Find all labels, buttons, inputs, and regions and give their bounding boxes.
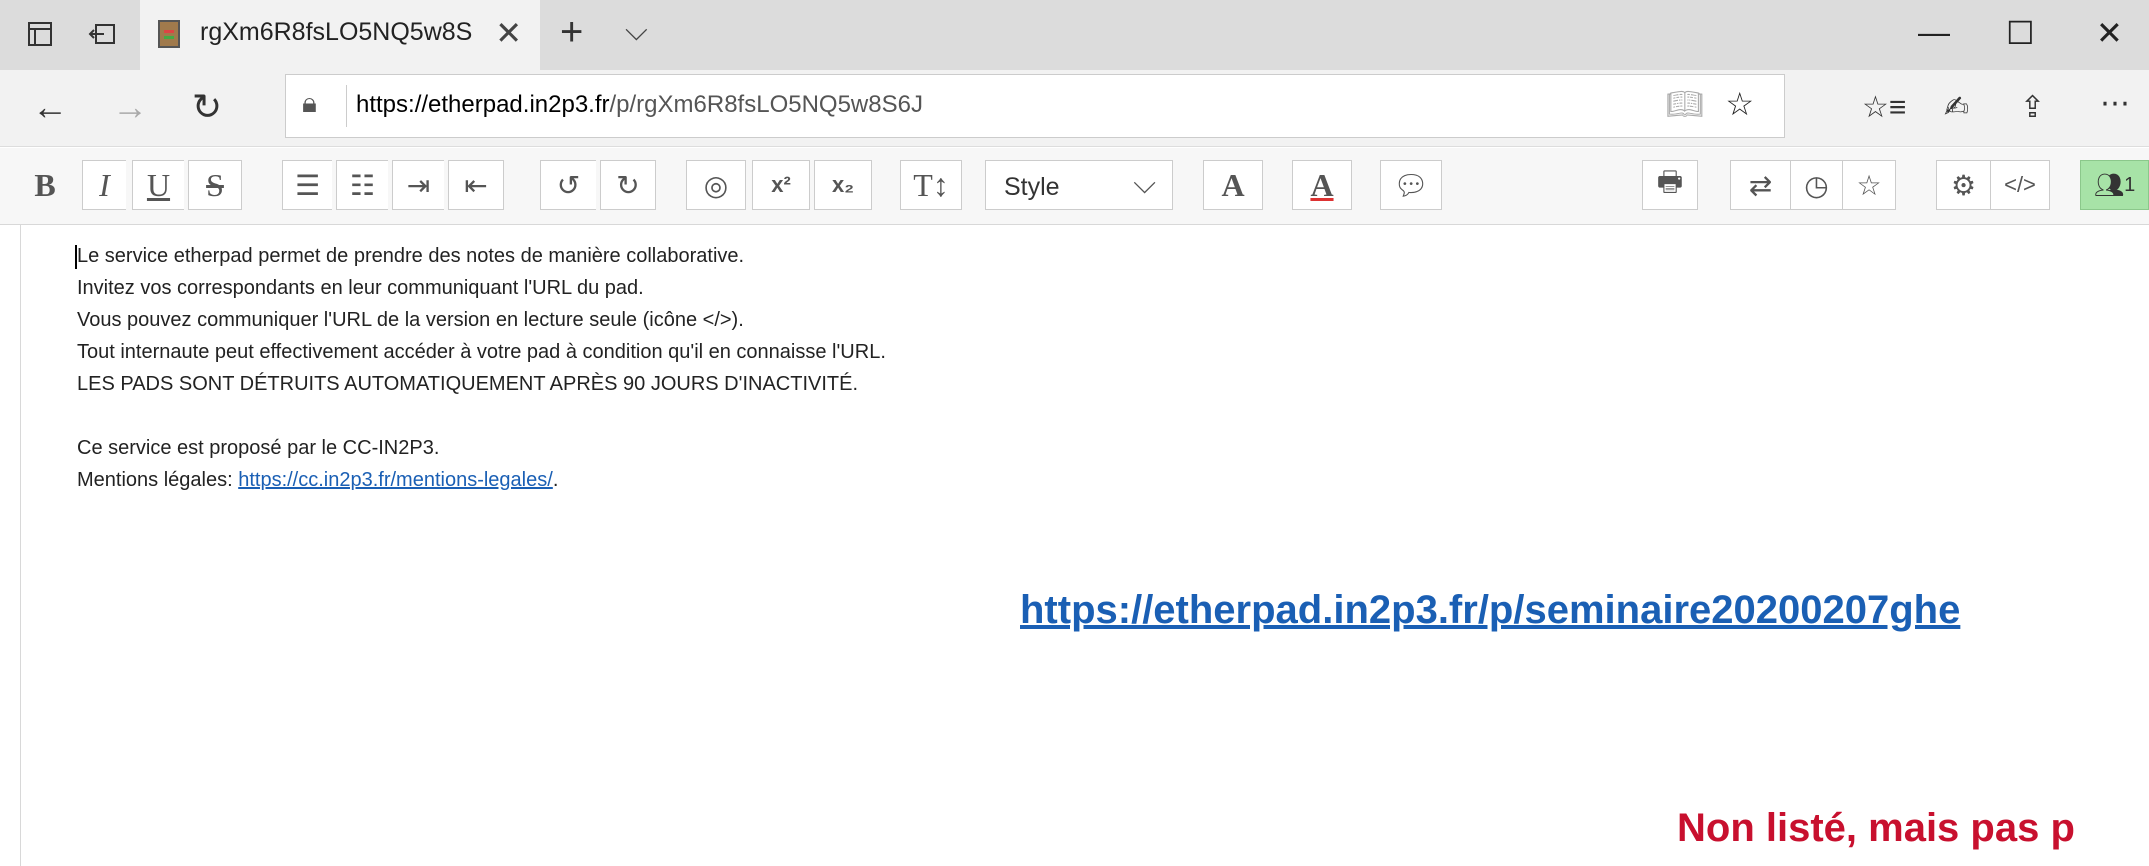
unordered-list-icon: ☷ — [349, 169, 376, 201]
italic-button[interactable]: I — [82, 160, 126, 210]
timeslider-button[interactable]: ◷ — [1790, 160, 1842, 210]
undo-icon: ↺ — [556, 169, 581, 201]
pen-notes-icon[interactable]: ✍︎ — [1944, 90, 1969, 125]
undo-button[interactable]: ↺ — [540, 160, 596, 210]
pad-line-legal[interactable]: Mentions légales: https://cc.in2p3.fr/me… — [77, 469, 558, 492]
redo-button[interactable]: ↻ — [600, 160, 656, 210]
pad-line[interactable]: Tout internaute peut effectivement accéd… — [77, 341, 886, 364]
clock-icon: ◷ — [1804, 169, 1829, 201]
active-tab[interactable]: rgXm6R8fsLO5NQ5w8S ✕ — [140, 0, 540, 70]
font-color-icon: A — [1310, 166, 1334, 203]
minimize-icon[interactable]: — — [1918, 14, 1950, 51]
code-icon: </> — [2004, 172, 2036, 197]
pad-line[interactable]: LES PADS SONT DÉTRUITS AUTOMATIQUEMENT A… — [77, 373, 858, 396]
indent-button[interactable]: ⇥ — [392, 160, 444, 210]
embed-button[interactable]: </> — [1990, 160, 2050, 210]
legal-prefix: Mentions légales: — [77, 469, 239, 491]
close-tab-icon[interactable]: ✕ — [495, 14, 522, 52]
gear-icon: ⚙ — [1950, 169, 1977, 201]
subscript-icon: x₂ — [831, 172, 854, 197]
url-host: https://etherpad.in2p3.fr — [356, 91, 610, 118]
ordered-list-icon: ☰ — [294, 169, 321, 201]
comment-icon: 💬︎ — [1393, 169, 1429, 201]
pad-line[interactable]: Invitez vos correspondants en leur commu… — [77, 277, 644, 300]
legal-suffix: . — [552, 469, 559, 491]
unlisted-warning-text: Non listé, mais pas p — [1677, 806, 2075, 850]
text-size-icon: T↕ — [913, 166, 949, 203]
address-separator — [346, 85, 347, 127]
strikethrough-button[interactable]: S — [188, 160, 242, 210]
style-select[interactable]: Style ⌵ — [985, 160, 1173, 210]
pad-line[interactable]: Le service etherpad permet de prendre de… — [77, 245, 744, 268]
favorite-star-icon[interactable]: ☆ — [1725, 85, 1754, 123]
share-icon[interactable]: ⇪ — [2020, 90, 2045, 125]
tab-title: rgXm6R8fsLO5NQ5w8S — [200, 18, 473, 46]
users-count: 1 — [2124, 173, 2136, 196]
superscript-icon: x² — [771, 172, 791, 197]
tab-actions-icon[interactable] — [20, 14, 60, 54]
outdent-icon: ⇤ — [464, 169, 488, 201]
star-icon: ☆ — [1856, 169, 1882, 201]
address-bar[interactable]: 🔒︎ https://etherpad.in2p3.fr/p/rgXm6R8fs… — [285, 74, 1785, 138]
tab-bar: rgXm6R8fsLO5NQ5w8S ✕ + ⌵ — ☐ ✕ — [0, 0, 2149, 70]
font-icon: A — [1221, 166, 1245, 203]
seminar-pad-link[interactable]: https://etherpad.in2p3.fr/p/seminaire202… — [1020, 588, 1960, 633]
print-button[interactable]: 🖶 — [1642, 160, 1698, 210]
redo-icon: ↻ — [616, 169, 640, 201]
heading-button[interactable]: T↕ — [900, 160, 962, 210]
outdent-button[interactable]: ⇤ — [448, 160, 504, 210]
pad-line[interactable]: Ce service est proposé par le CC-IN2P3. — [77, 437, 439, 460]
ordered-list-button[interactable]: ☰ — [282, 160, 332, 210]
users-icon: 👥︎ — [2093, 171, 2125, 199]
style-select-value: Style — [1004, 173, 1060, 201]
refresh-icon[interactable]: ↻ — [192, 86, 222, 128]
import-export-button[interactable]: ⇄ — [1730, 160, 1790, 210]
new-tab-icon[interactable]: + — [560, 10, 583, 55]
chevron-down-icon[interactable]: ⌵ — [625, 14, 648, 48]
subscript-button[interactable]: x₂ — [814, 160, 872, 210]
browser-window: rgXm6R8fsLO5NQ5w8S ✕ + ⌵ — ☐ ✕ ← → ↻ 🔒︎ … — [0, 0, 2149, 866]
indent-icon: ⇥ — [406, 169, 431, 201]
pad-line[interactable]: Vous pouvez communiquer l'URL de la vers… — [77, 309, 744, 332]
lock-icon[interactable]: 🔒︎ — [302, 87, 317, 120]
underline-button[interactable]: U — [132, 160, 184, 210]
favorites-list-icon[interactable]: ☆≡ — [1862, 90, 1906, 125]
set-tabs-aside-icon[interactable] — [82, 14, 122, 54]
users-button[interactable]: 👥︎ 1 — [2080, 160, 2149, 210]
more-options-icon[interactable]: ⋯ — [2100, 86, 2130, 121]
legal-link[interactable]: https://cc.in2p3.fr/mentions-legales/ — [238, 469, 553, 491]
url-text[interactable]: https://etherpad.in2p3.fr/p/rgXm6R8fsLO5… — [356, 91, 923, 119]
settings-button[interactable]: ⚙ — [1936, 160, 1990, 210]
back-arrow-icon[interactable]: ← — [32, 86, 68, 128]
forward-arrow-icon[interactable]: → — [112, 86, 148, 128]
chat-button[interactable]: 💬︎ — [1380, 160, 1442, 210]
print-icon: 🖶 — [1656, 166, 1684, 197]
url-path: /p/rgXm6R8fsLO5NQ5w8S6J — [609, 91, 923, 118]
font-color-button[interactable]: A — [1292, 160, 1352, 210]
pad-editor[interactable]: Le service etherpad permet de prendre de… — [20, 225, 2149, 866]
reading-view-icon[interactable]: 📖︎ — [1666, 87, 1704, 122]
font-size-button[interactable]: A — [1203, 160, 1263, 210]
superscript-button[interactable]: x² — [752, 160, 810, 210]
etherpad-favicon-icon — [158, 20, 180, 48]
editor-toolbar: B I U S ☰ ☷ ⇥ ⇤ ↺ ↻ ◎ x² x₂ T↕ Style ⌵ A… — [0, 148, 2149, 225]
import-export-icon: ⇄ — [1748, 169, 1773, 201]
clear-authorship-button[interactable]: ◎ — [686, 160, 746, 210]
chevron-down-icon: ⌵ — [1133, 167, 1156, 200]
bold-button[interactable]: B — [22, 160, 68, 210]
navigation-bar: ← → ↻ 🔒︎ https://etherpad.in2p3.fr/p/rgX… — [0, 70, 2149, 147]
save-revision-button[interactable]: ☆ — [1842, 160, 1896, 210]
close-window-icon[interactable]: ✕ — [2096, 14, 2123, 52]
eye-slash-icon: ◎ — [703, 169, 729, 201]
maximize-icon[interactable]: ☐ — [2006, 14, 2035, 52]
unordered-list-button[interactable]: ☷ — [336, 160, 388, 210]
